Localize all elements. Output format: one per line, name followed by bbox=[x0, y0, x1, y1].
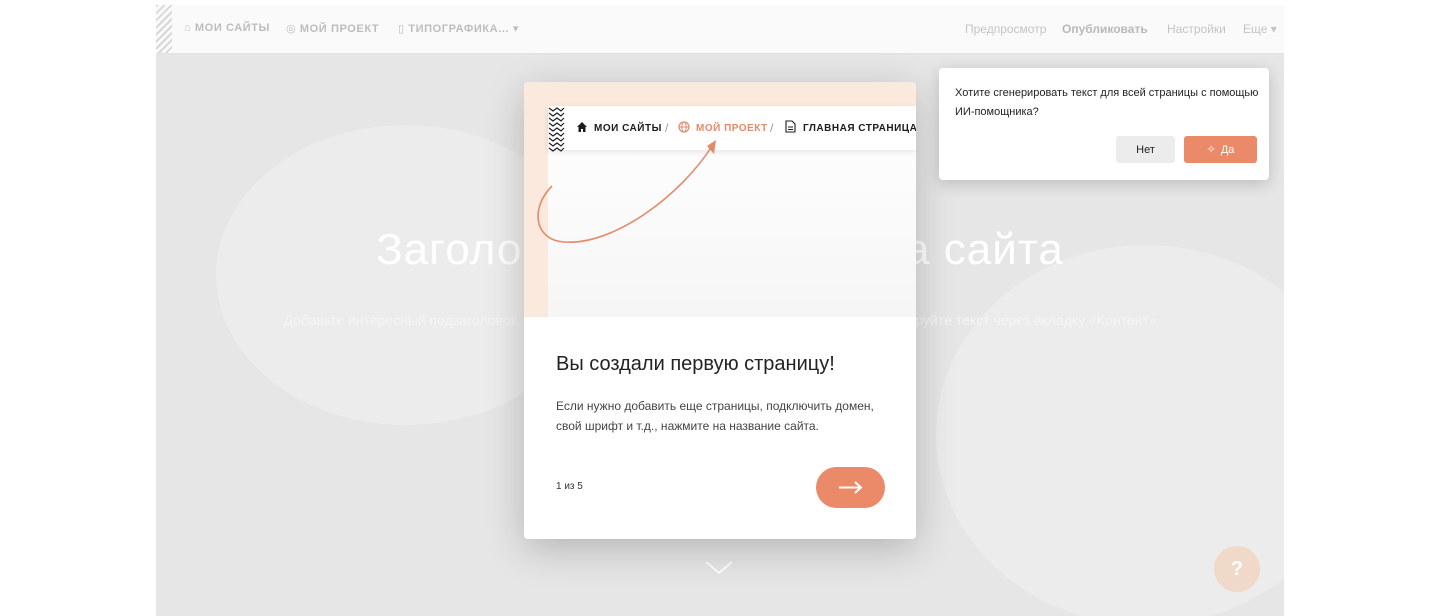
chevron-down-icon: ▾ bbox=[512, 23, 519, 35]
preview-button[interactable]: Предпросмотр bbox=[965, 22, 1046, 36]
topbar-my-sites-link[interactable]: ⌂ Мои сайты bbox=[184, 22, 270, 34]
topbar-project-link[interactable]: ◎ Мой проект bbox=[286, 22, 379, 35]
help-label: ? bbox=[1230, 558, 1244, 580]
topbar-page-select[interactable]: ▯ Типографика... ▾ bbox=[398, 22, 519, 35]
scroll-down-icon[interactable] bbox=[704, 557, 734, 577]
help-button[interactable]: ? bbox=[1214, 546, 1260, 592]
publish-button[interactable]: Опубликовать bbox=[1062, 22, 1148, 36]
more-menu[interactable]: Еще ▾ bbox=[1243, 22, 1277, 36]
ai-text-prompt: Хотите сгенерировать текст для всей стра… bbox=[939, 68, 1269, 180]
settings-button[interactable]: Настройки bbox=[1167, 22, 1226, 36]
next-step-button[interactable] bbox=[816, 467, 885, 508]
topbar-page-label: Типографика... bbox=[408, 23, 510, 35]
pointer-arrow-icon bbox=[537, 140, 716, 243]
onboarding-title: Вы создали первую страницу! bbox=[556, 353, 835, 375]
onboarding-text: Если нужно добавить еще страницы, подклю… bbox=[556, 399, 874, 433]
page-icon: ▯ bbox=[398, 23, 405, 35]
onboarding-illustration: МОИ САЙТЫ / МОЙ ПРОЕКТ / ГЛАВНАЯ СТРАНИЦ… bbox=[524, 82, 916, 317]
accept-label: Да bbox=[1220, 144, 1235, 156]
more-label: Еще bbox=[1243, 22, 1268, 36]
ai-prompt-question: Хотите сгенерировать текст для всей стра… bbox=[955, 87, 1259, 118]
decline-button[interactable]: Нет bbox=[1116, 136, 1175, 163]
topbar-my-sites-label: Мои сайты bbox=[194, 22, 270, 34]
chevron-down-icon: ▾ bbox=[1270, 22, 1277, 36]
step-counter: 1 из 5 bbox=[556, 481, 583, 492]
topbar-project-label: Мой проект bbox=[299, 23, 380, 35]
home-icon: ⌂ bbox=[184, 22, 192, 34]
accept-button[interactable]: ✧ Да bbox=[1184, 136, 1257, 163]
onboarding-card: МОИ САЙТЫ / МОЙ ПРОЕКТ / ГЛАВНАЯ СТРАНИЦ… bbox=[524, 82, 916, 539]
zigzag-pattern bbox=[156, 5, 172, 53]
sparkle-icon: ✧ bbox=[1206, 144, 1216, 156]
arrow-right-icon bbox=[839, 481, 863, 494]
globe-icon: ◎ bbox=[286, 23, 297, 35]
editor-topbar: ⌂ Мои сайты ◎ Мой проект ▯ Типографика..… bbox=[156, 5, 1284, 54]
